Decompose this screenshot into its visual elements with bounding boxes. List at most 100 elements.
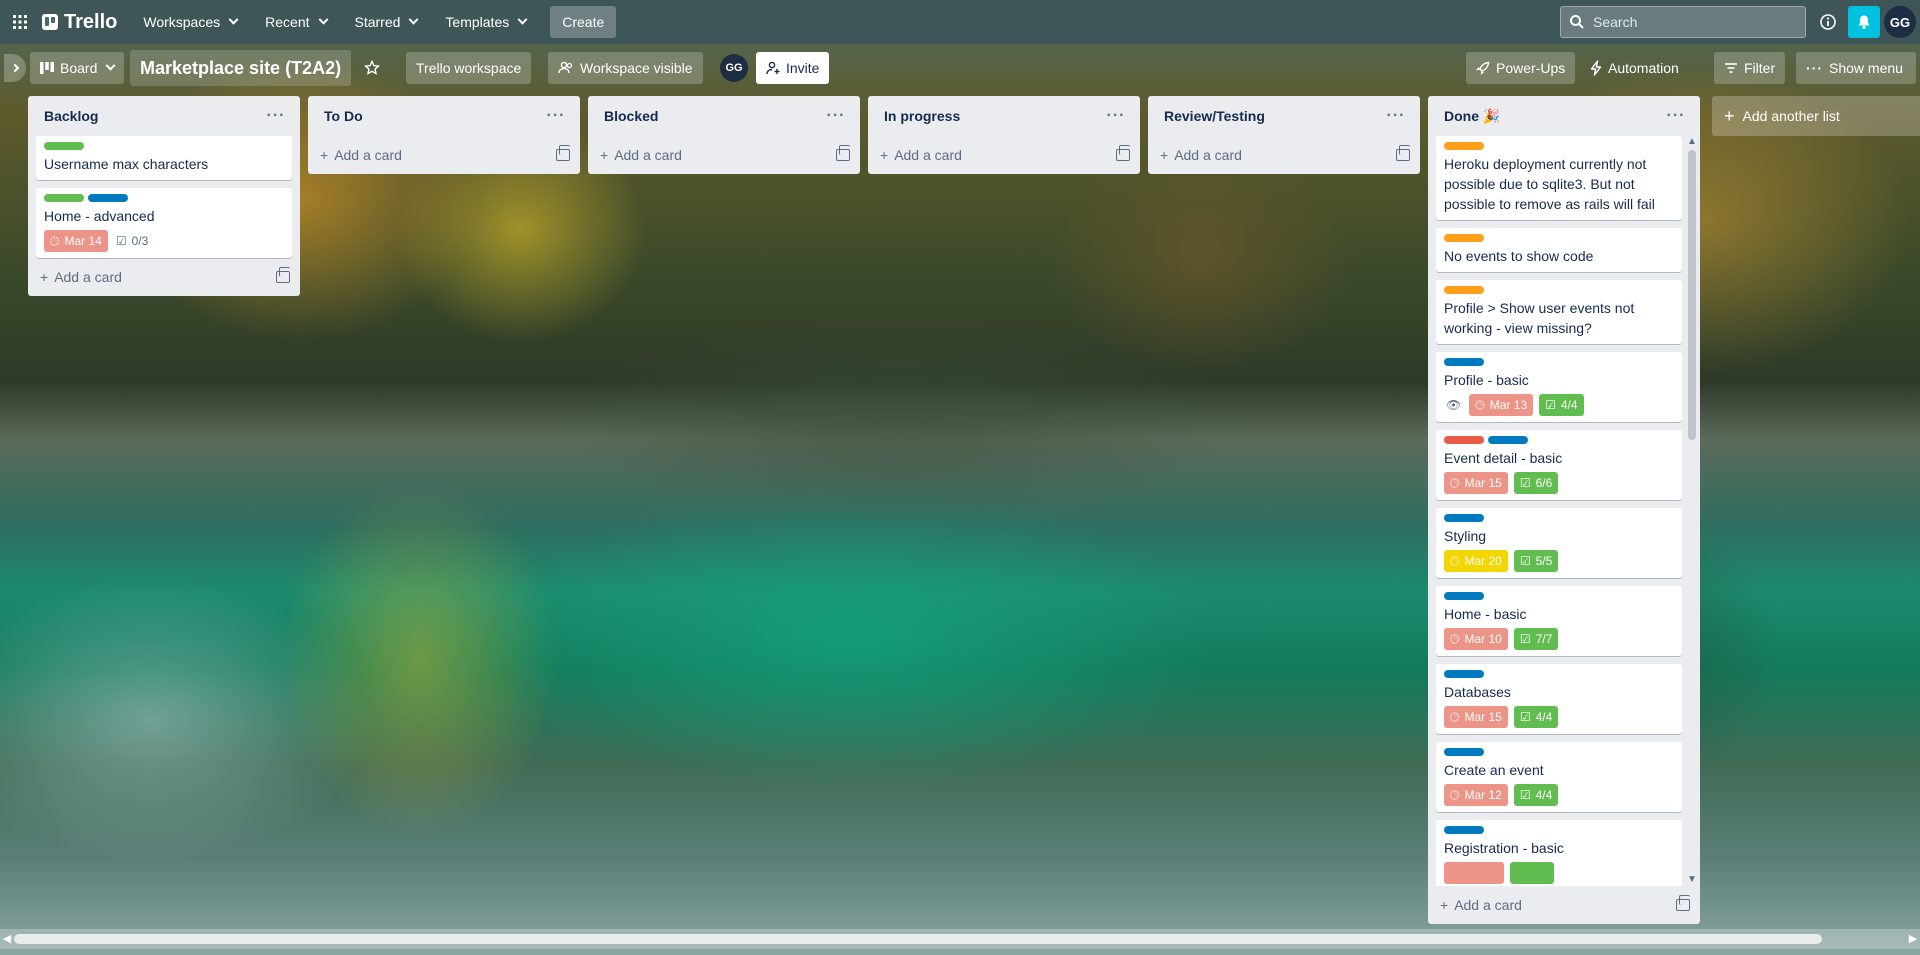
done-list-scrollbar[interactable]: ▲ ▼ — [1686, 136, 1698, 886]
list-header[interactable]: In progress ··· — [868, 96, 1140, 136]
power-ups-button[interactable]: Power-Ups — [1466, 52, 1576, 84]
list-title[interactable]: Done 🎉 — [1444, 108, 1500, 125]
card[interactable]: Databases 🕒︎ Mar 15 ☑ 4/4 — [1436, 664, 1682, 734]
add-card-button[interactable]: + Add a card — [28, 258, 300, 296]
list-actions-icon[interactable]: ··· — [542, 102, 570, 130]
label-blue[interactable] — [1444, 670, 1484, 678]
label-orange[interactable] — [1444, 142, 1484, 150]
automation-button[interactable]: Automation — [1580, 52, 1689, 84]
list-title[interactable]: Review/Testing — [1164, 108, 1265, 124]
add-card-button[interactable]: + Add a card — [588, 136, 860, 174]
search-input[interactable] — [1593, 14, 1783, 30]
due-date-badge[interactable]: 🕒︎ Mar 15 — [1444, 706, 1508, 728]
scroll-down-arrow-icon[interactable]: ▼ — [1686, 874, 1698, 886]
add-another-list-button[interactable]: + Add another list — [1712, 96, 1920, 136]
list-title[interactable]: To Do — [324, 108, 363, 124]
done-cards-scroll-area[interactable]: Heroku deployment currently not possible… — [1428, 136, 1700, 886]
card[interactable]: No events to show code — [1436, 228, 1682, 272]
workspace-button[interactable]: Trello workspace — [406, 52, 532, 84]
card[interactable]: Username max characters — [36, 136, 292, 180]
board-title[interactable]: Marketplace site (T2A2) — [130, 50, 352, 86]
info-icon[interactable] — [1812, 6, 1844, 38]
label-blue[interactable] — [1444, 826, 1484, 834]
due-date-badge[interactable]: 🕒︎ Mar 13 — [1469, 394, 1534, 416]
due-date-badge[interactable] — [1444, 862, 1504, 884]
add-card-button[interactable]: + Add a card — [1428, 886, 1700, 924]
create-from-template-icon[interactable] — [1676, 895, 1690, 911]
trello-logo[interactable]: Trello — [36, 11, 127, 34]
due-date-badge[interactable]: 🕒︎ Mar 15 — [1444, 472, 1508, 494]
label-red[interactable] — [1444, 436, 1484, 444]
show-menu-button[interactable]: ··· Show menu — [1796, 52, 1916, 84]
search-box[interactable] — [1560, 6, 1806, 38]
list-header[interactable]: Review/Testing ··· — [1148, 96, 1420, 136]
list-actions-icon[interactable]: ··· — [1102, 102, 1130, 130]
label-blue[interactable] — [1444, 592, 1484, 600]
user-avatar[interactable]: GG — [1884, 6, 1916, 38]
add-card-button[interactable]: + Add a card — [868, 136, 1140, 174]
label-green[interactable] — [44, 194, 84, 202]
create-from-template-icon[interactable] — [1116, 145, 1130, 161]
list-actions-icon[interactable]: ··· — [1382, 102, 1410, 130]
card[interactable]: Profile > Show user events not working -… — [1436, 280, 1682, 344]
list-title[interactable]: Backlog — [44, 108, 98, 124]
card[interactable]: Styling 🕒︎ Mar 20 ☑ 5/5 — [1436, 508, 1682, 578]
label-blue[interactable] — [1488, 436, 1528, 444]
list-actions-icon[interactable]: ··· — [262, 102, 290, 130]
label-blue[interactable] — [1444, 358, 1484, 366]
create-from-template-icon[interactable] — [836, 145, 850, 161]
list-title[interactable]: Blocked — [604, 108, 658, 124]
scroll-up-arrow-icon[interactable]: ▲ — [1686, 136, 1698, 148]
card[interactable]: Registration - basic — [1436, 820, 1682, 886]
label-blue[interactable] — [1444, 748, 1484, 756]
card[interactable]: Heroku deployment currently not possible… — [1436, 136, 1682, 220]
notifications-bell-icon[interactable] — [1848, 6, 1880, 38]
create-button[interactable]: Create — [550, 6, 617, 38]
due-date-badge[interactable]: 🕒︎ Mar 12 — [1444, 784, 1508, 806]
create-from-template-icon[interactable] — [276, 267, 290, 283]
list-header[interactable]: Blocked ··· — [588, 96, 860, 136]
templates-menu[interactable]: Templates — [433, 6, 538, 38]
scroll-right-arrow-icon[interactable]: ▶ — [1906, 929, 1920, 949]
card[interactable]: Home - basic 🕒︎ Mar 10 ☑ 7/7 — [1436, 586, 1682, 656]
add-card-button[interactable]: + Add a card — [1148, 136, 1420, 174]
list-header[interactable]: To Do ··· — [308, 96, 580, 136]
label-orange[interactable] — [1444, 234, 1484, 242]
plus-icon: + — [320, 147, 329, 163]
star-board-button[interactable] — [356, 52, 388, 84]
list-actions-icon[interactable]: ··· — [822, 102, 850, 130]
recent-menu[interactable]: Recent — [253, 6, 338, 38]
due-date-badge[interactable]: 🕒︎ Mar 10 — [1444, 628, 1508, 650]
filter-button[interactable]: Filter — [1714, 52, 1786, 84]
label-blue[interactable] — [1444, 514, 1484, 522]
label-orange[interactable] — [1444, 286, 1484, 294]
scrollbar-thumb[interactable] — [14, 934, 1822, 944]
label-blue[interactable] — [88, 194, 128, 202]
card[interactable]: Event detail - basic 🕒︎ Mar 15 ☑ 6/6 — [1436, 430, 1682, 500]
card[interactable]: Create an event 🕒︎ Mar 12 ☑ 4/4 — [1436, 742, 1682, 812]
due-date-badge[interactable]: 🕒︎ Mar 20 — [1444, 550, 1508, 572]
workspaces-menu[interactable]: Workspaces — [131, 6, 249, 38]
due-date-badge[interactable]: 🕒︎ Mar 14 — [44, 230, 108, 252]
scroll-left-arrow-icon[interactable]: ◀ — [0, 929, 14, 949]
list-title[interactable]: In progress — [884, 108, 960, 124]
board-view-switcher[interactable]: Board — [30, 52, 125, 84]
label-green[interactable] — [44, 142, 84, 150]
member-avatar[interactable]: GG — [720, 54, 748, 82]
board-horizontal-scrollbar[interactable]: ◀ ▶ — [0, 929, 1920, 949]
card[interactable]: Home - advanced 🕒︎ Mar 14 ☑ 0/3 — [36, 188, 292, 258]
sidebar-toggle[interactable] — [4, 54, 26, 82]
create-from-template-icon[interactable] — [556, 145, 570, 161]
card-title: Styling — [1444, 528, 1487, 544]
create-from-template-icon[interactable] — [1396, 145, 1410, 161]
card[interactable]: Profile - basic 👁︎ 🕒︎ Mar 13 ☑ 4/4 — [1436, 352, 1682, 422]
list-header[interactable]: Done 🎉 ··· — [1428, 96, 1700, 136]
invite-button[interactable]: Invite — [756, 52, 830, 84]
scrollbar-thumb[interactable] — [1688, 150, 1696, 440]
starred-menu[interactable]: Starred — [343, 6, 430, 38]
visibility-button[interactable]: Workspace visible — [548, 52, 703, 84]
add-card-button[interactable]: + Add a card — [308, 136, 580, 174]
list-header[interactable]: Backlog ··· — [28, 96, 300, 136]
list-actions-icon[interactable]: ··· — [1662, 102, 1690, 130]
app-switcher-icon[interactable] — [8, 6, 32, 38]
